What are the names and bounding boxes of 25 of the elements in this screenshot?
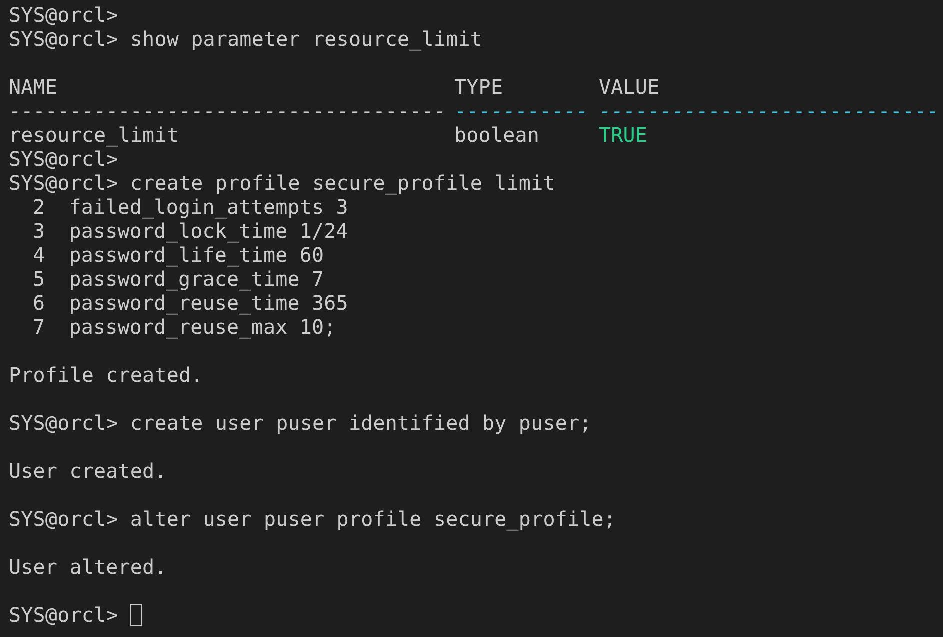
- continuation-line: 5 password_grace_time 7: [32, 267, 324, 291]
- continuation-line: 3 password_lock_time 1/24: [32, 219, 348, 243]
- command-line: SYS@orcl> show parameter resource_limit: [9, 27, 482, 51]
- table-cell: TRUE: [599, 123, 648, 147]
- continuation-line: 6 password_reuse_time 365: [32, 291, 348, 315]
- continuation-line: 4 password_life_time 60: [32, 243, 324, 267]
- command-line: SYS@orcl> create user puser identified by puser;: [9, 411, 592, 435]
- dashed-rule: -----------: [454, 99, 588, 123]
- output-message: User altered.: [9, 555, 167, 579]
- command-line: SYS@orcl>: [9, 147, 118, 171]
- column-header: VALUE: [599, 75, 660, 99]
- command-line: SYS@orcl> alter user puser profile secure_profile;: [9, 507, 616, 531]
- table-cell: boolean: [454, 123, 540, 147]
- continuation-line: 7 password_reuse_max 10;: [32, 315, 336, 339]
- column-header: NAME: [9, 75, 58, 99]
- continuation-line: 2 failed_login_attempts 3: [32, 195, 348, 219]
- table-cell: resource_limit: [9, 123, 179, 147]
- dashed-rule: ----------------------------: [599, 99, 939, 123]
- dashed-rule: ------------------------------------: [9, 99, 446, 123]
- column-header: TYPE: [454, 75, 504, 99]
- output-message: User created.: [9, 459, 167, 483]
- output-message: Profile created.: [9, 363, 204, 387]
- command-prompt: SYS@orcl>: [9, 603, 118, 627]
- command-line: SYS@orcl> create profile secure_profile limit: [9, 171, 556, 195]
- command-line: SYS@orcl>: [9, 3, 118, 27]
